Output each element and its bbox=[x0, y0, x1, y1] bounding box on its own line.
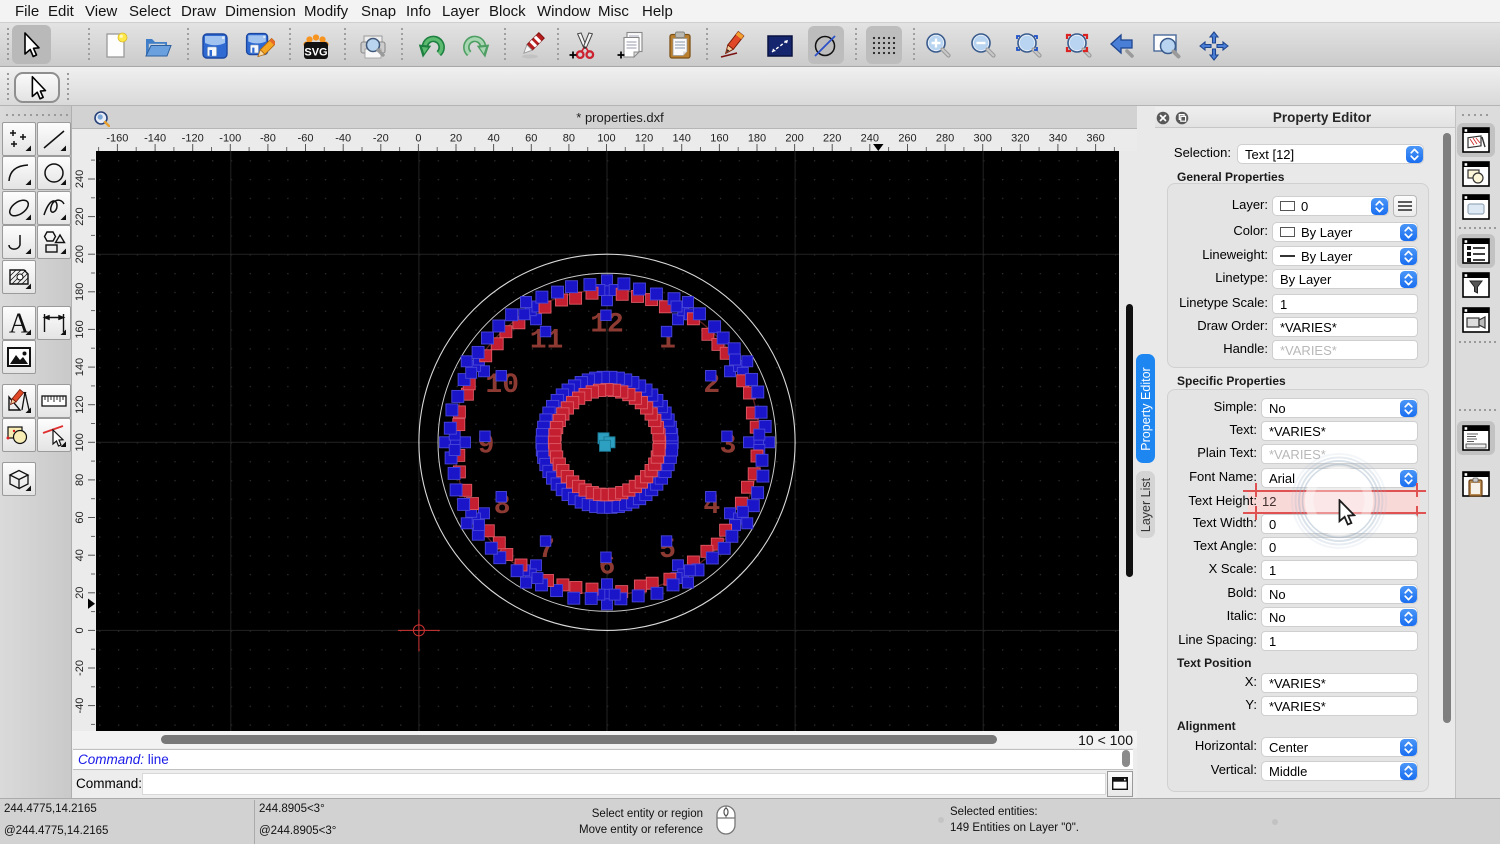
svg-text:120: 120 bbox=[74, 396, 86, 414]
svg-text:360: 360 bbox=[1086, 133, 1104, 145]
svg-text:280: 280 bbox=[936, 133, 954, 145]
svg-text:40: 40 bbox=[74, 549, 86, 561]
svg-text:100: 100 bbox=[74, 433, 86, 451]
svg-text:120: 120 bbox=[635, 133, 653, 145]
svg-text:180: 180 bbox=[74, 283, 86, 301]
svg-text:60: 60 bbox=[74, 511, 86, 523]
svg-text:-160: -160 bbox=[106, 133, 128, 145]
svg-text:-120: -120 bbox=[182, 133, 204, 145]
svg-text:60: 60 bbox=[525, 133, 537, 145]
svg-text:240: 240 bbox=[74, 170, 86, 188]
svg-text:240: 240 bbox=[861, 133, 879, 145]
svg-text:-140: -140 bbox=[144, 133, 166, 145]
svg-text:SVG: SVG bbox=[304, 47, 327, 59]
svg-text:0: 0 bbox=[415, 133, 421, 145]
svg-text:140: 140 bbox=[74, 358, 86, 376]
svg-text:-40: -40 bbox=[74, 698, 86, 714]
svg-text:40: 40 bbox=[487, 133, 499, 145]
svg-text:180: 180 bbox=[748, 133, 766, 145]
svg-text:320: 320 bbox=[1011, 133, 1029, 145]
svg-text:140: 140 bbox=[673, 133, 691, 145]
svg-text:-40: -40 bbox=[335, 133, 351, 145]
svg-text:-100: -100 bbox=[219, 133, 241, 145]
svg-text:220: 220 bbox=[823, 133, 841, 145]
svg-text:200: 200 bbox=[74, 245, 86, 263]
svg-text:-20: -20 bbox=[373, 133, 389, 145]
svg-text:-80: -80 bbox=[260, 133, 276, 145]
svg-text:80: 80 bbox=[563, 133, 575, 145]
svg-text:20: 20 bbox=[74, 587, 86, 599]
svg-text:300: 300 bbox=[974, 133, 992, 145]
svg-text:260: 260 bbox=[898, 133, 916, 145]
svg-text:80: 80 bbox=[74, 474, 86, 486]
svg-text:340: 340 bbox=[1049, 133, 1067, 145]
svg-text:220: 220 bbox=[74, 207, 86, 225]
svg-text:-60: -60 bbox=[298, 133, 314, 145]
svg-text:160: 160 bbox=[74, 320, 86, 338]
svg-text:100: 100 bbox=[597, 133, 615, 145]
svg-text:-20: -20 bbox=[74, 660, 86, 676]
svg-text:160: 160 bbox=[710, 133, 728, 145]
svg-text:20: 20 bbox=[450, 133, 462, 145]
svg-text:200: 200 bbox=[785, 133, 803, 145]
svg-text:0: 0 bbox=[74, 627, 86, 633]
svg-text:A: A bbox=[9, 310, 30, 336]
